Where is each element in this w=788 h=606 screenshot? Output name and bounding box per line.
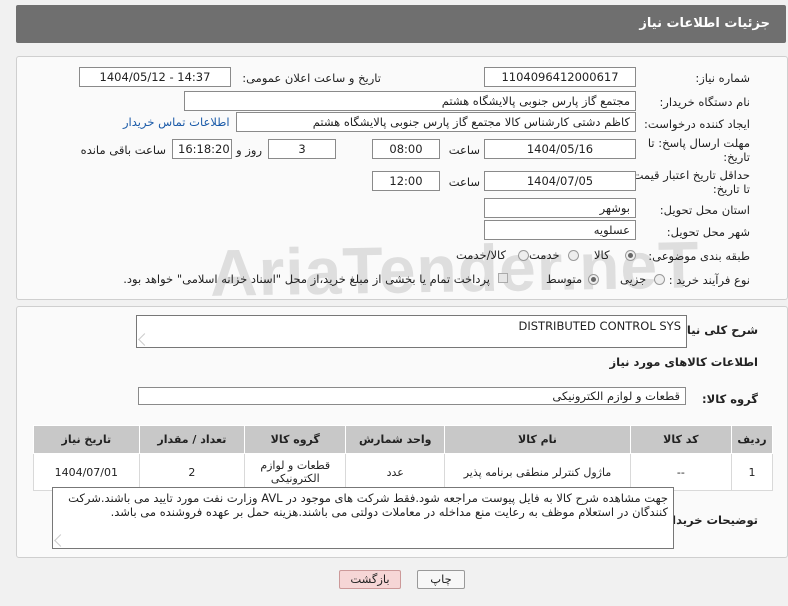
- need-number-field: 1104096412000617: [484, 67, 636, 87]
- general-desc-label: شرح کلی نیاز:: [675, 323, 758, 337]
- category-goods-radio[interactable]: [625, 250, 636, 261]
- buyer-notes-textarea[interactable]: جهت مشاهده شرح کالا به فایل پیوست مراجعه…: [52, 487, 674, 549]
- col-header-date: تاریخ نیاز: [33, 425, 140, 454]
- day-and-label: روز و: [236, 143, 262, 157]
- col-header-code: کد کالا: [629, 425, 732, 454]
- general-desc-text: DISTRIBUTED CONTROL SYS: [518, 319, 682, 333]
- table-row: 1 -- ماژول کنترلر منطقی برنامه پذیر عدد …: [33, 453, 774, 491]
- general-desc-textarea[interactable]: DISTRIBUTED CONTROL SYS: [136, 315, 687, 348]
- province-field: بوشهر: [484, 198, 636, 218]
- resize-grip-icon[interactable]: [54, 534, 67, 547]
- back-button[interactable]: بازگشت: [339, 570, 401, 589]
- page-header: جزئیات اطلاعات نیاز: [16, 5, 786, 43]
- requester-field: کاظم دشتی کارشناس کالا مجتمع گاز پارس جن…: [236, 112, 636, 132]
- cell-row-no: 1: [730, 453, 774, 491]
- goods-table: ردیف کد کالا نام کالا واحد شمارش گروه کا…: [33, 425, 774, 491]
- need-number-label: شماره نیاز:: [695, 71, 750, 85]
- price-validity-label-1: حداقل تاریخ اعتبار قیمت:: [628, 168, 750, 182]
- buyer-org-label: نام دستگاه خریدار:: [659, 95, 750, 109]
- goods-info-heading: اطلاعات کالاهای مورد نیاز: [609, 355, 758, 369]
- treasury-payment-note: پرداخت تمام یا بخشی از مبلغ خرید،از محل …: [123, 272, 490, 286]
- cell-qty: 2: [138, 453, 246, 491]
- price-validity-label-2: تا تاریخ:: [712, 182, 750, 196]
- cell-unit: عدد: [345, 453, 446, 491]
- reply-days-field: 3: [268, 139, 336, 159]
- category-goods-service-label: کالا/خدمت: [456, 248, 507, 262]
- city-label: شهر محل تحویل:: [666, 225, 750, 239]
- process-medium-radio[interactable]: [588, 274, 599, 285]
- process-type-label: نوع فرآیند خرید :: [668, 273, 750, 287]
- col-header-unit: واحد شمارش: [345, 425, 446, 454]
- page-title: جزئیات اطلاعات نیاز: [639, 16, 770, 31]
- cell-code: --: [629, 453, 732, 491]
- resize-grip-icon[interactable]: [138, 333, 151, 346]
- category-goods-label: کالا: [594, 248, 610, 262]
- buyer-org-field: مجتمع گاز پارس جنوبی پالایشگاه هشتم: [184, 91, 636, 111]
- process-minor-radio[interactable]: [654, 274, 665, 285]
- province-label: استان محل تحویل:: [659, 203, 750, 217]
- goods-group-label: گروه کالا:: [702, 392, 758, 406]
- buyer-notes-text: جهت مشاهده شرح کالا به فایل پیوست مراجعه…: [68, 491, 668, 519]
- reply-remaining-field: 16:18:20: [172, 139, 232, 159]
- cell-group: قطعات و لوازم الکترونیکی: [244, 453, 347, 491]
- category-label: طبقه بندی موضوعی:: [648, 249, 750, 263]
- announce-datetime-label: تاریخ و ساعت اعلان عمومی:: [242, 71, 381, 85]
- col-header-name: نام کالا: [444, 425, 631, 454]
- process-medium-label: متوسط: [546, 272, 583, 286]
- col-header-qty: تعداد / مقدار: [138, 425, 246, 454]
- validity-date-field: 1404/07/05: [484, 171, 636, 191]
- reply-deadline-label-2: تاریخ:: [723, 150, 750, 164]
- cell-date: 1404/07/01: [33, 453, 140, 491]
- reply-deadline-label-1: مهلت ارسال پاسخ: تا: [647, 136, 750, 150]
- category-service-label: خدمت: [529, 248, 560, 262]
- validity-hour-label: ساعت: [448, 175, 480, 189]
- category-goods-service-radio[interactable]: [518, 250, 529, 261]
- goods-group-field: قطعات و لوازم الکترونیکی: [138, 387, 686, 405]
- buyer-contact-link[interactable]: اطلاعات تماس خریدار: [123, 115, 230, 129]
- city-field: عسلویه: [484, 220, 636, 240]
- validity-time-field: 12:00: [372, 171, 440, 191]
- cell-name: ماژول کنترلر منطقی برنامه پذیر: [444, 453, 631, 491]
- print-button[interactable]: چاپ: [417, 570, 465, 589]
- col-header-group: گروه کالا: [244, 425, 347, 454]
- reply-hour-label: ساعت: [448, 143, 480, 157]
- category-service-radio[interactable]: [568, 250, 579, 261]
- col-header-row-no: ردیف: [730, 425, 774, 454]
- hours-left-label: ساعت باقی مانده: [80, 143, 166, 157]
- requester-label: ایجاد کننده درخواست:: [644, 117, 750, 131]
- goods-table-header-row: ردیف کد کالا نام کالا واحد شمارش گروه کا…: [33, 425, 774, 454]
- announce-datetime-field: 1404/05/12 - 14:37: [79, 67, 231, 87]
- treasury-payment-checkbox[interactable]: [498, 273, 508, 283]
- reply-time-field: 08:00: [372, 139, 440, 159]
- process-minor-label: جزیی: [620, 272, 647, 286]
- buyer-notes-label: توضیحات خریدار:: [660, 513, 758, 527]
- reply-date-field: 1404/05/16: [484, 139, 636, 159]
